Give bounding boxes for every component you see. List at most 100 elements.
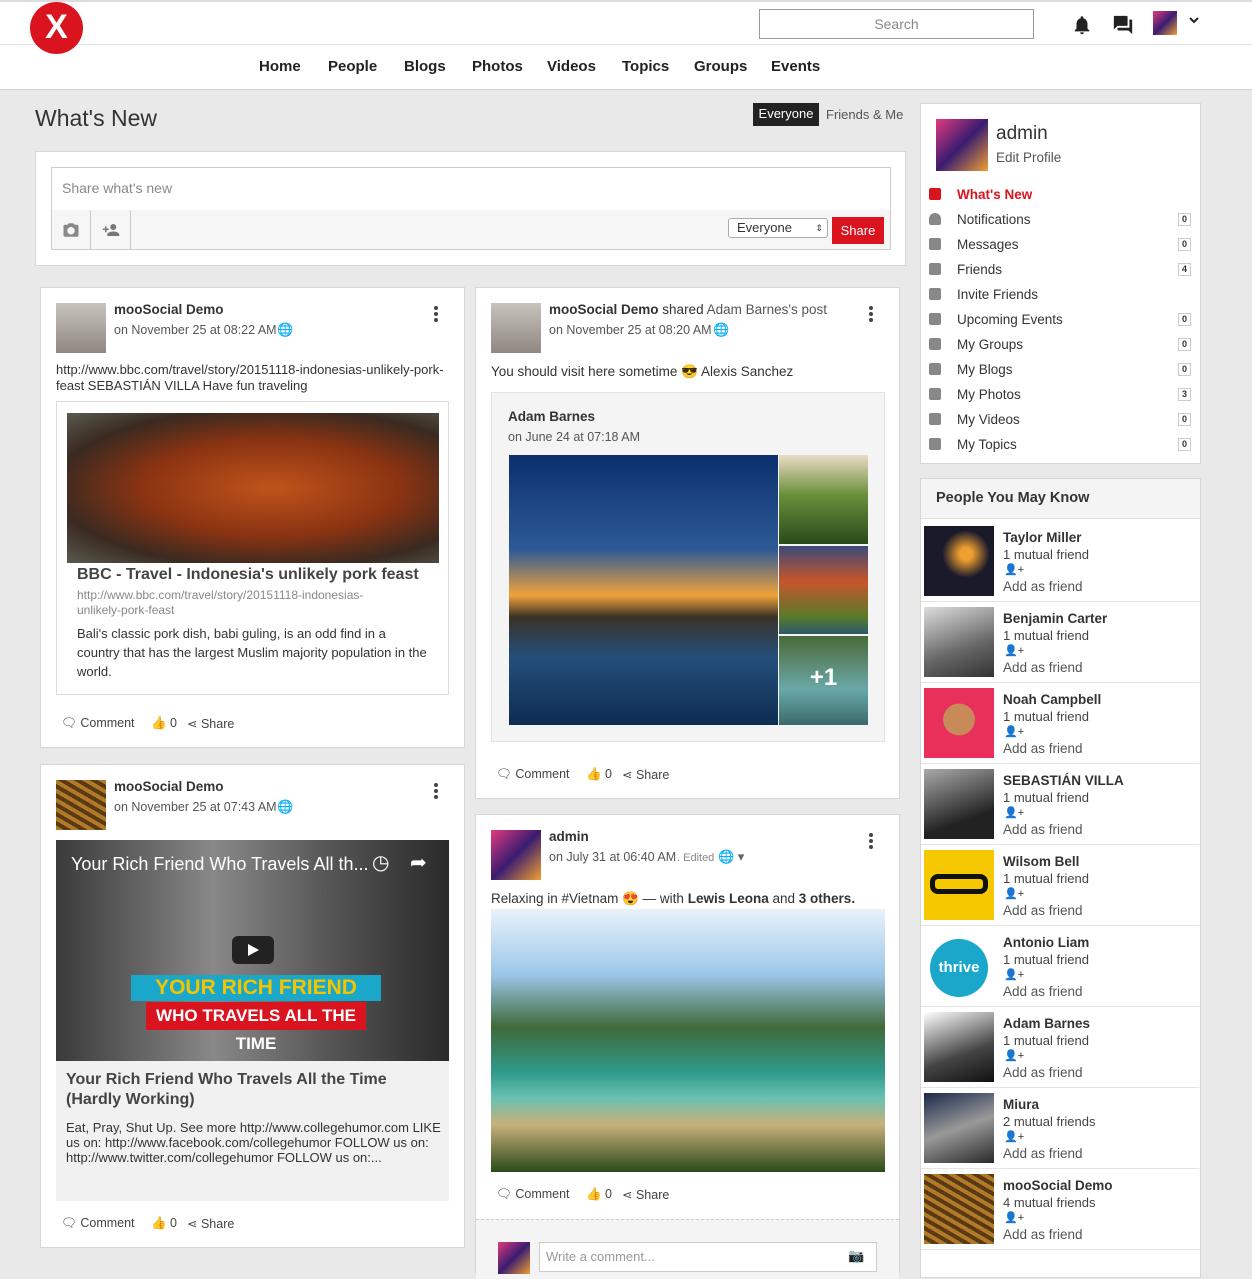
author-name[interactable]: mooSocial Demo <box>114 779 224 794</box>
add-friend-icon[interactable]: 👤+ <box>1004 1130 1024 1143</box>
sidebar-item-notifications[interactable]: Notifications <box>957 212 1031 227</box>
author-name[interactable]: mooSocial Demo <box>549 302 659 317</box>
person-name[interactable]: Wilsom Bell <box>1003 854 1079 869</box>
person-name[interactable]: Adam Barnes <box>1003 1016 1090 1031</box>
mutual-friends[interactable]: 1 mutual friend <box>1003 628 1089 643</box>
person-name[interactable]: Benjamin Carter <box>1003 611 1107 626</box>
person-avatar[interactable] <box>924 526 994 596</box>
bell-icon[interactable] <box>1071 14 1093 36</box>
nav-videos[interactable]: Videos <box>547 58 596 75</box>
author-avatar[interactable] <box>491 830 541 880</box>
sidebar-item-my-photos[interactable]: My Photos <box>957 387 1021 402</box>
add-friend-icon[interactable]: 👤+ <box>1004 806 1024 819</box>
video-title[interactable]: Your Rich Friend Who Travels All the Tim… <box>66 1070 436 1110</box>
sidebar-item-my-videos[interactable]: My Videos <box>957 412 1020 427</box>
person-avatar[interactable] <box>924 607 994 677</box>
sidebar-item-what-s-new[interactable]: What's New <box>957 187 1032 202</box>
shared-author[interactable]: Adam Barnes <box>508 409 595 424</box>
share-arrow-icon[interactable]: ➦ <box>410 850 427 875</box>
profile-name[interactable]: admin <box>996 123 1048 145</box>
post-menu-icon[interactable] <box>434 306 438 324</box>
tagged-user[interactable]: Lewis Leona <box>688 891 769 906</box>
tagged-user[interactable]: Alexis Sanchez <box>701 364 793 379</box>
author-name[interactable]: admin <box>549 829 589 844</box>
privacy-select[interactable]: Everyone ⇕ <box>728 218 828 238</box>
person-name[interactable]: SEBASTIÁN VILLA <box>1003 773 1124 788</box>
add-friend-button[interactable]: Add as friend <box>1003 741 1083 756</box>
photo-thumb-more[interactable]: +1 <box>779 636 868 725</box>
share-input[interactable]: Share what's new <box>51 167 891 211</box>
comment-button[interactable]: 🗨 Comment <box>61 1216 135 1231</box>
add-friend-button[interactable]: Add as friend <box>1003 822 1083 837</box>
sidebar-item-friends[interactable]: Friends <box>957 262 1002 277</box>
sidebar-item-upcoming-events[interactable]: Upcoming Events <box>957 312 1063 327</box>
mutual-friends[interactable]: 1 mutual friend <box>1003 709 1089 724</box>
share-post-button[interactable]: ⋖ Share <box>187 716 234 731</box>
like-button[interactable]: 👍 0 <box>151 1216 177 1231</box>
photo-thumb[interactable] <box>779 546 868 634</box>
post-date[interactable]: on November 25 at 08:20 AM <box>549 323 712 337</box>
sidebar-item-messages[interactable]: Messages <box>957 237 1019 252</box>
comment-input[interactable]: Write a comment... <box>539 1242 877 1272</box>
add-friend-button[interactable]: Add as friend <box>1003 984 1083 999</box>
user-avatar[interactable] <box>1153 11 1177 35</box>
chevron-down-icon[interactable] <box>1188 14 1200 26</box>
tab-everyone[interactable]: Everyone <box>753 103 819 126</box>
add-friend-button[interactable]: Add as friend <box>1003 1065 1083 1080</box>
author-avatar[interactable] <box>56 303 106 353</box>
mutual-friends[interactable]: 1 mutual friend <box>1003 547 1089 562</box>
original-owner[interactable]: Adam Barnes's post <box>707 302 827 317</box>
nav-home[interactable]: Home <box>259 58 301 75</box>
photo-upload-button[interactable] <box>51 210 91 250</box>
video-player[interactable]: Your Rich Friend Who Travels All th... ◷… <box>56 840 449 1061</box>
author-avatar[interactable] <box>491 303 541 353</box>
person-avatar[interactable]: thrive <box>924 931 994 1001</box>
site-logo[interactable]: X <box>30 2 83 54</box>
person-avatar[interactable] <box>924 1093 994 1163</box>
person-name[interactable]: mooSocial Demo <box>1003 1178 1113 1193</box>
add-friend-icon[interactable]: 👤+ <box>1004 1049 1024 1062</box>
nav-photos[interactable]: Photos <box>472 58 523 75</box>
add-friend-icon[interactable]: 👤+ <box>1004 1211 1024 1224</box>
add-friend-button[interactable]: Add as friend <box>1003 660 1083 675</box>
comment-button[interactable]: 🗨 Comment <box>496 1187 570 1202</box>
person-name[interactable]: Noah Campbell <box>1003 692 1101 707</box>
shared-date[interactable]: on June 24 at 07:18 AM <box>508 430 640 444</box>
add-friend-icon[interactable]: 👤+ <box>1004 725 1024 738</box>
post-date[interactable]: on July 31 at 06:40 AM <box>549 850 676 864</box>
person-avatar[interactable] <box>924 1012 994 1082</box>
sidebar-item-invite-friends[interactable]: Invite Friends <box>957 287 1038 302</box>
add-friend-button[interactable]: Add as friend <box>1003 903 1083 918</box>
edit-profile-link[interactable]: Edit Profile <box>996 150 1061 165</box>
clock-icon[interactable]: ◷ <box>372 850 389 875</box>
tab-friends-me[interactable]: Friends & Me <box>826 107 903 122</box>
link-preview[interactable]: BBC - Travel - Indonesia's unlikely pork… <box>56 401 449 695</box>
add-friend-icon[interactable]: 👤+ <box>1004 968 1024 981</box>
comment-button[interactable]: 🗨 Comment <box>496 767 570 782</box>
sidebar-item-my-topics[interactable]: My Topics <box>957 437 1017 452</box>
like-button[interactable]: 👍 0 <box>151 716 177 731</box>
add-friend-icon[interactable]: 👤+ <box>1004 644 1024 657</box>
share-button[interactable]: Share <box>832 217 884 244</box>
person-name[interactable]: Taylor Miller <box>1003 530 1082 545</box>
mutual-friends[interactable]: 1 mutual friend <box>1003 952 1089 967</box>
post-photo[interactable] <box>491 909 885 1172</box>
profile-avatar[interactable] <box>936 119 988 171</box>
share-post-button[interactable]: ⋖ Share <box>622 767 669 782</box>
nav-blogs[interactable]: Blogs <box>404 58 446 75</box>
person-avatar[interactable] <box>924 769 994 839</box>
person-avatar[interactable] <box>924 850 994 920</box>
nav-people[interactable]: People <box>328 58 377 75</box>
post-date[interactable]: on November 25 at 07:43 AM <box>114 800 277 814</box>
nav-events[interactable]: Events <box>771 58 820 75</box>
add-friend-button[interactable]: Add as friend <box>1003 1227 1083 1242</box>
others-link[interactable]: 3 others. <box>799 891 855 906</box>
photo-main[interactable] <box>509 455 778 725</box>
play-button[interactable] <box>232 936 274 964</box>
photo-thumb[interactable] <box>779 455 868 544</box>
person-name[interactable]: Miura <box>1003 1097 1039 1112</box>
add-friend-icon[interactable]: 👤+ <box>1004 563 1024 576</box>
add-friend-button[interactable]: Add as friend <box>1003 1146 1083 1161</box>
like-button[interactable]: 👍 0 <box>586 1187 612 1202</box>
share-post-button[interactable]: ⋖ Share <box>187 1216 234 1231</box>
